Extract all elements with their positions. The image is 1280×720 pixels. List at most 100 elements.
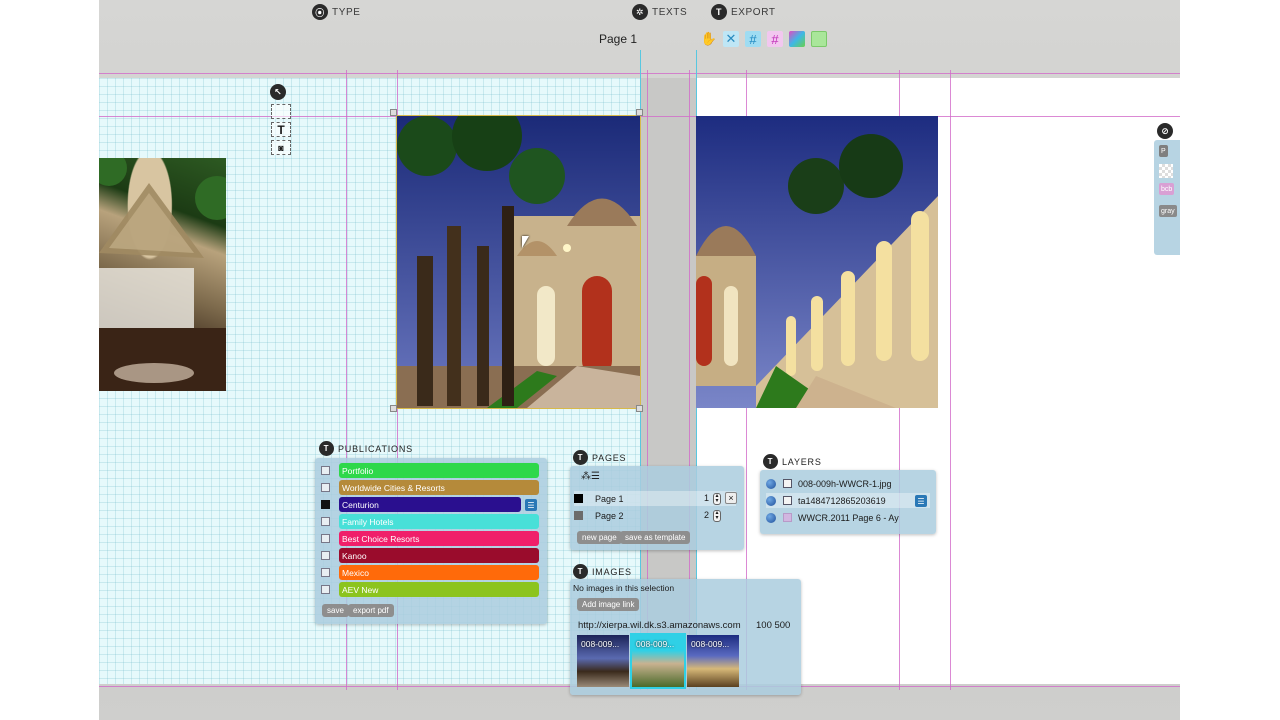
style-chip[interactable]: bcb: [1159, 183, 1175, 195]
publication-checkbox[interactable]: [321, 517, 330, 526]
resize-handle-bottom-right[interactable]: [636, 405, 643, 412]
guides-toggle-icon[interactable]: #: [767, 31, 783, 47]
image-thumbnail[interactable]: 008-009...: [687, 635, 739, 687]
toolbox-collapse-icon[interactable]: ↖: [270, 84, 286, 100]
publication-checkbox[interactable]: [321, 585, 330, 594]
transparency-swatch-icon[interactable]: [1159, 164, 1173, 178]
page-row[interactable]: Page 2: [574, 508, 736, 523]
image-thumbnail[interactable]: 008-009...: [630, 633, 686, 689]
save-button[interactable]: save: [322, 604, 349, 617]
publication-label: Centurion: [339, 497, 521, 512]
resize-handle-top-left[interactable]: [390, 109, 397, 116]
thumbnail-label: 008-009...: [581, 639, 620, 649]
publication-row[interactable]: Best Choice Resorts: [321, 531, 543, 546]
publication-row[interactable]: Kanoo: [321, 548, 543, 563]
palace-night-photo[interactable]: [396, 115, 641, 409]
publication-checkbox[interactable]: [321, 534, 330, 543]
export-menu[interactable]: T EXPORT: [711, 4, 776, 20]
style-panel: P bcb gray: [1154, 140, 1180, 255]
publication-checkbox[interactable]: [321, 466, 330, 475]
publications-header[interactable]: T PUBLICATIONS: [319, 441, 413, 456]
layers-panel: 008-009h-WWCR-1.jpg ta1484712865203619 ☰…: [760, 470, 936, 534]
layer-visibility-icon[interactable]: [766, 495, 776, 506]
style-chip[interactable]: gray: [1159, 205, 1177, 217]
layer-checkbox[interactable]: [783, 479, 792, 488]
publication-row[interactable]: AEV New: [321, 582, 543, 597]
grid-toggle-icon[interactable]: #: [745, 31, 761, 47]
publication-checkbox[interactable]: [321, 483, 330, 492]
layers-title: LAYERS: [782, 456, 822, 467]
layer-visibility-icon[interactable]: [766, 512, 776, 523]
no-images-text: No images in this selection: [573, 583, 675, 593]
image-thumbnail[interactable]: 008-009...: [577, 635, 629, 687]
images-header[interactable]: T IMAGES: [573, 564, 632, 579]
resize-handle-bottom-left[interactable]: [390, 405, 397, 412]
publications-panel: Portfolio Worldwide Cities & Resorts Cen…: [315, 458, 547, 624]
publication-checkbox[interactable]: [321, 568, 330, 577]
images-panel-icon: T: [573, 564, 588, 579]
texts-menu-label: TEXTS: [652, 6, 688, 18]
publication-label: AEV New: [339, 582, 539, 597]
layer-visibility-icon[interactable]: [766, 478, 776, 489]
page-number: 1: [704, 493, 710, 503]
image-url-text[interactable]: http://xierpa.wil.dk.s3.amazonaws.com: [578, 620, 741, 631]
publication-checkbox[interactable]: [321, 500, 330, 509]
texts-menu[interactable]: ✲ TEXTS: [632, 4, 687, 20]
add-text-icon[interactable]: T: [271, 122, 291, 137]
right-margin: [1180, 0, 1280, 720]
left-margin: [0, 0, 99, 720]
style-panel-toggle-icon[interactable]: ⊘: [1157, 123, 1173, 139]
publication-menu-button[interactable]: ☰: [525, 499, 537, 511]
publication-checkbox[interactable]: [321, 551, 330, 560]
delete-page-icon[interactable]: ×: [725, 492, 737, 504]
page-number: 2: [704, 510, 710, 520]
new-page-button[interactable]: new page: [577, 531, 622, 544]
add-image-icon[interactable]: ◙: [271, 140, 291, 155]
publication-label: Portfolio: [339, 463, 539, 478]
style-chip[interactable]: P: [1159, 145, 1168, 157]
publication-row[interactable]: Centurion: [321, 497, 543, 512]
layer-row[interactable]: 008-009h-WWCR-1.jpg: [766, 476, 930, 491]
export-menu-label: EXPORT: [731, 6, 776, 18]
pages-header[interactable]: T PAGES: [573, 450, 626, 465]
page-order-stepper[interactable]: ▴ ▾: [713, 510, 721, 522]
layers-header[interactable]: T LAYERS: [763, 454, 822, 469]
publication-label: Mexico: [339, 565, 539, 580]
layer-menu-button[interactable]: ☰: [915, 495, 927, 507]
texts-icon: ✲: [632, 4, 648, 20]
export-pdf-button[interactable]: export pdf: [348, 604, 394, 617]
publication-label: Best Choice Resorts: [339, 531, 539, 546]
type-icon: ⦿: [312, 4, 328, 20]
layer-checkbox[interactable]: [783, 513, 792, 522]
image-size-text: 100 500: [756, 620, 791, 631]
add-box-icon[interactable]: [271, 104, 291, 119]
add-image-link-button[interactable]: Add image link: [577, 598, 640, 611]
publication-row[interactable]: Worldwide Cities & Resorts: [321, 480, 543, 495]
palace-arcade-photo[interactable]: [696, 116, 938, 408]
layer-row[interactable]: ta1484712865203619: [766, 493, 930, 508]
page-order-stepper[interactable]: ▴ ▾: [713, 493, 721, 505]
export-icon: T: [711, 4, 727, 20]
save-as-template-button[interactable]: save as template: [620, 531, 691, 544]
layer-row[interactable]: WWCR.2011 Page 6 - Ay: [766, 510, 930, 525]
publication-row[interactable]: Mexico: [321, 565, 543, 580]
page-row[interactable]: Page 1: [574, 491, 736, 506]
publication-label: Kanoo: [339, 548, 539, 563]
resize-handle-top-right[interactable]: [636, 109, 643, 116]
guide-line: [950, 70, 951, 690]
type-menu[interactable]: ⦿ TYPE: [312, 4, 361, 20]
color-toggle-icon[interactable]: [789, 31, 805, 47]
resort-hut-photo[interactable]: [99, 158, 226, 391]
publications-title: PUBLICATIONS: [338, 443, 413, 454]
publication-row[interactable]: Portfolio: [321, 463, 543, 478]
layer-checkbox[interactable]: [783, 496, 792, 505]
hand-tool-icon[interactable]: ✋: [701, 31, 717, 47]
images-panel: No images in this selection Add image li…: [570, 579, 801, 695]
page-row-label: Page 1: [595, 493, 624, 504]
preview-toggle-icon[interactable]: [811, 31, 827, 47]
page-view-toggle-icon[interactable]: ⁂☰: [581, 471, 600, 482]
thumbnail-label: 008-009...: [691, 639, 730, 649]
fit-view-icon[interactable]: ✕: [723, 31, 739, 47]
publication-row[interactable]: Family Hotels: [321, 514, 543, 529]
mouse-cursor-icon: [522, 236, 529, 248]
